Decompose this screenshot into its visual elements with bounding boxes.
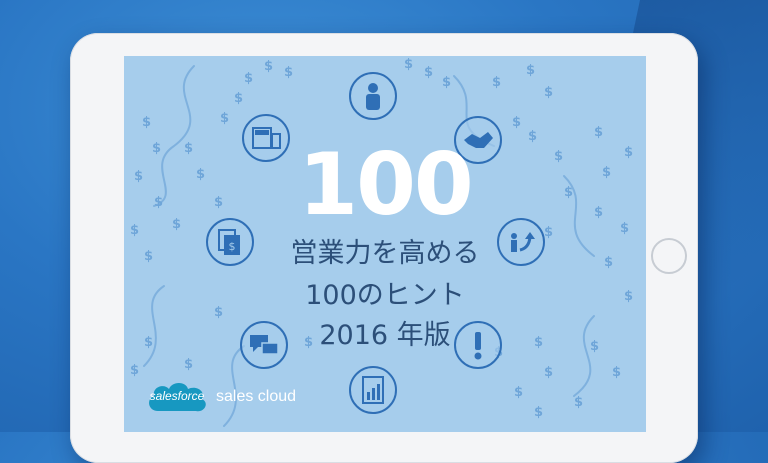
salesforce-cloud-logo: salesforce [144,377,210,417]
svg-text:$: $ [612,365,621,380]
report-chart-icon [349,366,397,414]
svg-text:$: $ [220,111,229,126]
svg-text:$: $ [544,365,553,380]
svg-text:$: $ [244,71,253,86]
salesforce-logo-text: salesforce [149,389,205,403]
person-icon [349,72,397,120]
svg-text:$: $ [492,75,501,90]
salesforce-sales-cloud-logo: salesforce sales cloud [144,376,296,418]
tablet-home-button [651,238,687,274]
svg-text:$: $ [574,395,583,410]
ebook-cover: $ $ $ $ $ $ $ $ $ $ $ $ $ $ $ $ $ $ $ $ $ $ $ $ $ $ $ $ $ $ … [124,56,646,432]
cover-title-line-2: 100のヒント [305,280,465,311]
svg-text:$: $ [526,63,535,78]
svg-text:$: $ [594,125,603,140]
svg-text:$: $ [424,65,433,80]
svg-text:$: $ [534,405,543,420]
product-name: sales cloud [216,388,297,405]
svg-text:$: $ [130,363,139,378]
cover-title-line-1: 営業力を高める [290,238,480,269]
svg-text:$: $ [142,115,151,130]
cover-number: 100 [298,135,474,235]
svg-text:$: $ [184,357,193,372]
svg-text:$: $ [514,385,523,400]
cover-edition: 2016 年版 [319,320,451,351]
svg-text:$: $ [284,65,293,80]
svg-text:$: $ [544,85,553,100]
svg-text:$: $ [512,115,521,130]
svg-text:$: $ [234,91,243,106]
svg-text:$: $ [442,75,451,90]
svg-text:$: $ [264,59,273,74]
svg-text:$: $ [404,57,413,72]
